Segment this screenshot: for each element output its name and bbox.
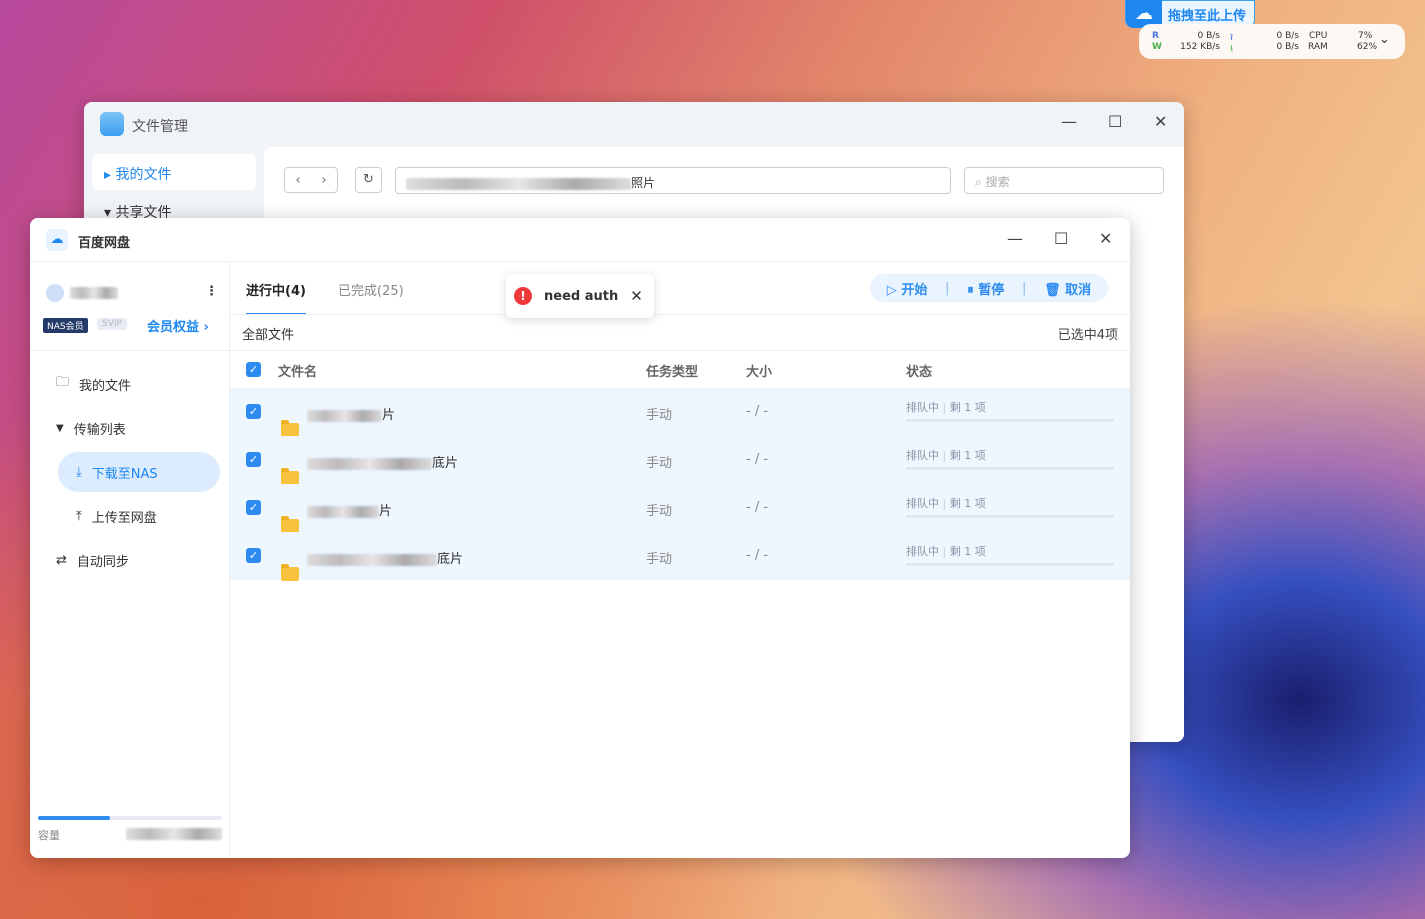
file-size: - / - [746,548,769,563]
capacity-bar [38,816,222,820]
close-button[interactable]: ✕ [1154,112,1167,131]
progress-bar [906,563,1114,566]
search-icon: ⌕ [975,175,982,189]
svip-badge: SVIP [97,318,127,330]
close-button[interactable]: ✕ [1099,229,1112,248]
path-bar[interactable]: 照片 [395,167,951,194]
folder-icon [281,516,299,533]
table-row[interactable]: ✓ 片 手动 - / - 排队中 | 剩 1 项 [230,388,1130,437]
nav-upload-to-pan[interactable]: ⤒ 上传至网盘 [58,496,220,536]
filter-all-files[interactable]: 全部文件 [242,324,294,343]
member-benefits-link[interactable]: 会员权益 › [147,316,209,335]
file-manager-app-icon [100,112,124,136]
nav-transfer-list[interactable]: ▼ 传输列表 [30,408,192,448]
system-monitor: R W 0 B/s 152 KB/s ⭱ ⭳ 0 B/s 0 B/s CPU R… [1139,24,1405,59]
refresh-button[interactable]: ↻ [355,167,382,193]
nav-auto-sync[interactable]: ⇄ 自动同步 [30,540,192,580]
row-checkbox[interactable]: ✓ [246,452,261,467]
file-name: 片 [307,404,395,423]
forward-icon: › [321,172,327,188]
task-type: 手动 [646,408,673,423]
up-speed: 0 B/s [1276,31,1299,41]
selected-count: 已选中4项 [1057,328,1118,343]
avatar [46,284,64,302]
row-checkbox[interactable]: ✓ [246,548,261,563]
window-title: 文件管理 [132,119,188,135]
write-label: W [1152,42,1162,52]
maximize-button[interactable]: ☐ [1108,112,1122,131]
window-title: 百度网盘 [78,236,131,251]
tab-completed[interactable]: 已完成(25) [338,280,404,299]
folder-icon [281,420,299,437]
column-type: 任务类型 [646,365,699,380]
file-size: - / - [746,500,769,515]
error-toast: ! need auth ✕ [506,274,654,318]
back-forward-buttons[interactable]: ‹ › [284,167,338,193]
upload-icon: ⤒ [76,508,82,524]
file-name: 底片 [307,548,463,567]
toast-message: need auth [544,288,619,304]
progress-bar [906,419,1114,422]
column-name[interactable]: 文件名 [278,361,317,380]
minimize-button[interactable]: — [1061,112,1077,131]
caret-down-icon: ▼ [56,422,64,434]
status-text: 排队中 | 剩 1 项 [906,401,986,414]
nav-my-files[interactable]: 🗀 我的文件 [30,364,192,404]
down-speed: 0 B/s [1276,42,1299,52]
more-menu-icon[interactable]: ⋮ [205,284,218,299]
folder-icon [281,564,299,581]
search-input[interactable]: ⌕ 搜索 [964,167,1164,194]
task-type: 手动 [646,456,673,471]
cpu-value: 7% [1358,31,1373,41]
cpu-label: CPU [1309,31,1328,41]
status-text: 排队中 | 剩 1 项 [906,545,986,558]
file-size: - / - [746,404,769,419]
nav-download-to-nas[interactable]: ⤓ 下载至NAS [58,452,220,492]
status-text: 排队中 | 剩 1 项 [906,449,986,462]
upload-label: 拖拽至此上传 [1168,8,1247,24]
start-button[interactable]: ▷ 开始 [887,279,928,298]
nav-my-files[interactable]: ▸ 我的文件 [92,154,256,190]
ram-value: 62% [1357,42,1378,52]
sync-icon: ⇄ [56,552,67,568]
task-type: 手动 [646,552,673,567]
file-size: - / - [746,452,769,467]
folder-icon [281,468,299,485]
download-icon: ⤓ [76,464,82,480]
column-status: 状态 [906,365,933,380]
tab-in-progress[interactable]: 进行中(4) [246,280,306,315]
progress-bar [906,515,1114,518]
progress-bar [906,467,1114,470]
write-speed: 152 KB/s [1180,42,1220,52]
column-size: 大小 [746,365,773,380]
capacity-label: 容量 [38,829,60,842]
read-speed: 0 B/s [1197,31,1220,41]
table-row[interactable]: ✓ 底片 手动 - / - 排队中 | 剩 1 项 [230,436,1130,485]
status-text: 排队中 | 剩 1 项 [906,497,986,510]
pause-button[interactable]: ⏸ 暂停 [967,279,1004,298]
minimize-button[interactable]: — [1007,229,1023,248]
row-checkbox[interactable]: ✓ [246,500,261,515]
nas-member-badge: NAS会员 [43,318,88,333]
file-name: 片 [307,500,392,519]
maximize-button[interactable]: ☐ [1054,229,1068,248]
close-toast-icon[interactable]: ✕ [630,287,643,305]
select-all-checkbox[interactable]: ✓ [246,362,261,377]
folder-outline-icon: 🗀 [56,375,70,390]
expand-chevron-icon[interactable]: ⌄ [1379,32,1390,47]
download-arrow-icon: ⭳ [1230,44,1234,54]
read-label: R [1152,31,1159,41]
cancel-button[interactable]: 🗑 取消 [1044,279,1091,298]
file-name: 底片 [307,452,458,471]
ram-label: RAM [1308,42,1328,52]
baidu-app-icon: ☁ [46,229,68,251]
error-icon: ! [514,287,532,305]
action-bar: ▷ 开始 | ⏸ 暂停 | 🗑 取消 [870,274,1108,302]
row-checkbox[interactable]: ✓ [246,404,261,419]
back-icon: ‹ [295,172,301,188]
table-row[interactable]: ✓ 底片 手动 - / - 排队中 | 剩 1 项 [230,532,1130,581]
sidebar: ⋮ NAS会员 SVIP 会员权益 › 🗀 我的文件 ▼ 传输列表 ⤓ 下载至NAS … [30,262,230,858]
task-type: 手动 [646,504,673,519]
table-row[interactable]: ✓ 片 手动 - / - 排队中 | 剩 1 项 [230,484,1130,533]
